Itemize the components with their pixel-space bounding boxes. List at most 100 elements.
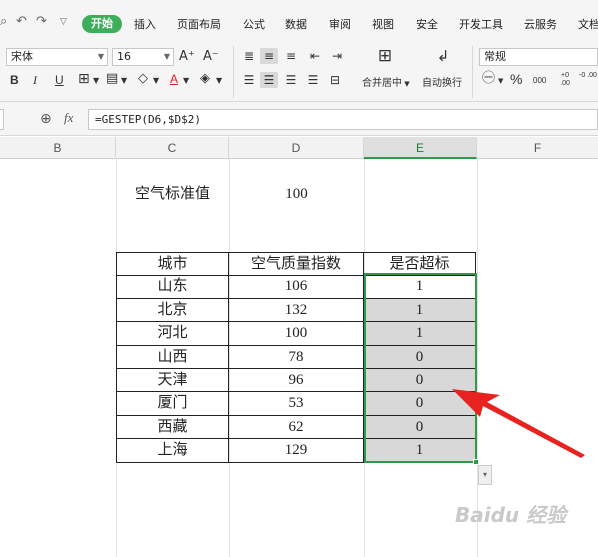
- increase-decimal-button[interactable]: +0 .00: [556, 72, 574, 88]
- city-cell[interactable]: 西藏: [116, 415, 229, 440]
- aqi-cell[interactable]: 53: [229, 392, 364, 416]
- merge-center-button[interactable]: 合并居中 ▼: [362, 74, 410, 89]
- exceeds-cell[interactable]: 1: [364, 275, 476, 299]
- currency-icon[interactable]: ㊀: [482, 71, 495, 87]
- column-header-f[interactable]: F: [477, 137, 598, 159]
- chevron-down-icon[interactable]: ▼: [93, 73, 99, 89]
- align-top-icon[interactable]: ≣: [240, 48, 258, 64]
- wrap-text-icon[interactable]: ↲: [432, 48, 454, 64]
- city-cell[interactable]: 厦门: [116, 392, 229, 416]
- name-box[interactable]: [0, 109, 4, 130]
- grow-font-button[interactable]: A⁺: [179, 49, 195, 65]
- aqi-cell[interactable]: 62: [229, 415, 364, 440]
- table-row: 厦门 53 0: [116, 392, 476, 416]
- percent-button[interactable]: %: [510, 71, 522, 87]
- decrease-indent-icon[interactable]: ⇤: [306, 48, 324, 64]
- chevron-down-icon[interactable]: ▼: [183, 73, 189, 89]
- aqi-cell[interactable]: 96: [229, 369, 364, 393]
- paint-bucket-icon[interactable]: ◇: [138, 71, 148, 87]
- font-color-icon[interactable]: A: [170, 71, 178, 87]
- aqi-cell[interactable]: 100: [229, 322, 364, 346]
- number-format-select[interactable]: 常规: [479, 48, 598, 66]
- distribute-icon[interactable]: ⊟: [326, 72, 344, 88]
- undo-icon[interactable]: ↶: [16, 14, 27, 29]
- redo-icon[interactable]: ↷: [36, 14, 47, 29]
- city-cell[interactable]: 山东: [116, 275, 229, 299]
- shrink-font-button[interactable]: A⁻: [203, 49, 219, 65]
- city-cell[interactable]: 山西: [116, 345, 229, 369]
- menu-tab-formulas[interactable]: 公式: [243, 16, 265, 32]
- header-aqi[interactable]: 空气质量指数: [229, 253, 364, 277]
- ribbon-divider: [472, 46, 473, 98]
- insert-function-button[interactable]: fx: [64, 110, 73, 126]
- aqi-cell[interactable]: 78: [229, 345, 364, 369]
- chevron-down-icon[interactable]: ▼: [121, 73, 127, 89]
- menu-tab-review[interactable]: 审阅: [329, 16, 351, 32]
- city-cell[interactable]: 天津: [116, 369, 229, 393]
- column-header-b[interactable]: B: [0, 137, 116, 159]
- chevron-down-icon: ▼: [97, 52, 104, 61]
- eraser-icon[interactable]: ◈: [200, 71, 210, 87]
- red-arrow-annotation: [452, 389, 585, 458]
- column-header-e[interactable]: E: [364, 137, 477, 159]
- table-header-row: 城市 空气质量指数 是否超标: [116, 252, 476, 277]
- exceeds-cell[interactable]: 1: [364, 298, 476, 323]
- menu-tab-insert[interactable]: 插入: [134, 16, 156, 32]
- menu-tab-view[interactable]: 视图: [372, 16, 394, 32]
- font-name-value: 宋体: [11, 50, 33, 63]
- zoom-search-icon[interactable]: ⊕: [40, 111, 52, 127]
- menu-tab-security[interactable]: 安全: [416, 16, 438, 32]
- border-icon[interactable]: ⊞: [78, 71, 90, 87]
- chevron-down-icon[interactable]: ▼: [153, 73, 159, 89]
- menu-tab-developer[interactable]: 开发工具: [459, 16, 503, 32]
- autofill-options-button[interactable]: ▾: [478, 465, 492, 485]
- aqi-cell[interactable]: 129: [229, 439, 364, 463]
- bold-button[interactable]: B: [10, 72, 19, 88]
- align-left-icon[interactable]: ☰: [240, 72, 258, 88]
- align-center-icon[interactable]: ☰: [260, 72, 278, 88]
- justify-icon[interactable]: ☰: [304, 72, 322, 88]
- menu-tab-cloud[interactable]: 云服务: [524, 16, 557, 32]
- sheet-grid[interactable]: 空气标准值 100 城市 空气质量指数 是否超标 山东 106 1 北京 132…: [0, 159, 598, 557]
- merge-center-icon[interactable]: ⊞: [374, 48, 396, 65]
- std-value-cell[interactable]: 100: [229, 183, 364, 205]
- chevron-down-icon[interactable]: ▼: [216, 73, 222, 89]
- align-right-icon[interactable]: ☰: [282, 72, 300, 88]
- align-bottom-icon[interactable]: ≡: [282, 48, 300, 64]
- header-city[interactable]: 城市: [116, 253, 229, 277]
- increase-indent-icon[interactable]: ⇥: [328, 48, 346, 64]
- font-size-select[interactable]: 16 ▼: [112, 48, 174, 66]
- formula-input[interactable]: =GESTEP(D6,$D$2): [88, 109, 598, 130]
- wrap-text-button[interactable]: 自动换行: [422, 74, 462, 89]
- city-cell[interactable]: 上海: [116, 439, 229, 463]
- table-row: 天津 96 0: [116, 369, 476, 393]
- menu-tab-docs[interactable]: 文档: [578, 16, 598, 32]
- italic-button[interactable]: I: [33, 72, 37, 88]
- table-row: 上海 129 1: [116, 439, 476, 463]
- underline-button[interactable]: U: [55, 72, 64, 88]
- exceeds-cell[interactable]: 0: [364, 345, 476, 369]
- table-row: 山西 78 0: [116, 345, 476, 369]
- menu-tab-home[interactable]: 开始: [82, 15, 122, 33]
- fill-color-icon[interactable]: ▤: [106, 71, 118, 87]
- column-header-c[interactable]: C: [116, 137, 229, 159]
- header-exceeds[interactable]: 是否超标: [364, 253, 476, 277]
- aqi-cell[interactable]: 132: [229, 298, 364, 323]
- chevron-down-icon[interactable]: ▼: [498, 73, 503, 89]
- font-name-select[interactable]: 宋体 ▼: [6, 48, 108, 66]
- decrease-decimal-button[interactable]: -0 .00: [579, 72, 597, 80]
- grid-line: [477, 159, 478, 557]
- menu-tab-data[interactable]: 数据: [285, 16, 307, 32]
- aqi-cell[interactable]: 106: [229, 275, 364, 299]
- search-icon[interactable]: ⌕: [0, 14, 7, 29]
- city-cell[interactable]: 河北: [116, 322, 229, 346]
- quick-access-dropdown-icon[interactable]: ▽: [60, 17, 67, 27]
- align-middle-icon[interactable]: ≡: [260, 48, 278, 64]
- menu-tab-page-layout[interactable]: 页面布局: [177, 16, 221, 32]
- thousands-separator-button[interactable]: 000: [533, 73, 546, 89]
- column-header-d[interactable]: D: [229, 137, 364, 159]
- table-row: 北京 132 1: [116, 298, 476, 323]
- exceeds-cell[interactable]: 1: [364, 322, 476, 346]
- std-label-cell[interactable]: 空气标准值: [116, 183, 229, 205]
- city-cell[interactable]: 北京: [116, 298, 229, 323]
